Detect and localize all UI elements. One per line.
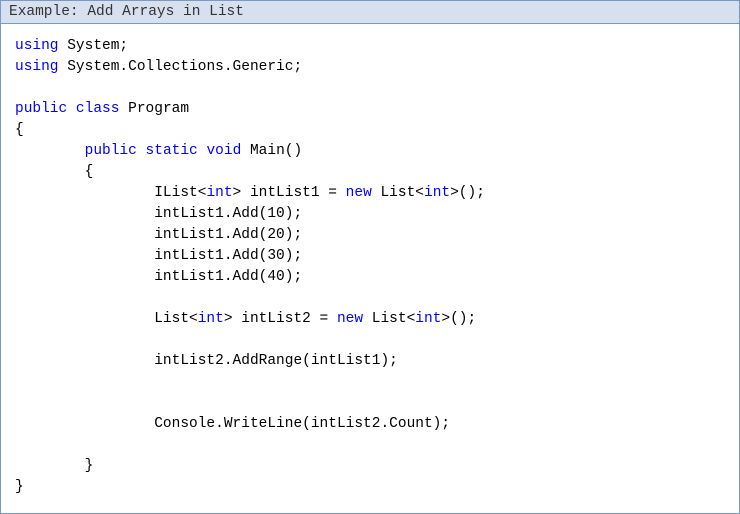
- code-token: int: [198, 311, 224, 327]
- code-token: public: [85, 143, 137, 159]
- example-title: Example: Add Arrays in List: [9, 4, 244, 20]
- code-token: intList2.AddRange(intList1);: [15, 353, 398, 369]
- code-token: List<: [363, 311, 415, 327]
- code-token: >();: [441, 311, 476, 327]
- code-token: int: [415, 311, 441, 327]
- code-block: using System; using System.Collections.G…: [1, 24, 739, 510]
- code-token: {: [15, 122, 24, 138]
- code-token: System;: [59, 38, 129, 54]
- code-token: [137, 143, 146, 159]
- code-token: List<: [15, 311, 198, 327]
- code-token: new: [346, 185, 372, 201]
- code-token: Console.WriteLine(intList2.Count);: [15, 416, 450, 432]
- code-token: > intList1 =: [233, 185, 346, 201]
- code-token: static: [146, 143, 198, 159]
- code-token: void: [206, 143, 241, 159]
- code-token: IList<: [15, 185, 206, 201]
- code-token: >();: [450, 185, 485, 201]
- code-token: > intList2 =: [224, 311, 337, 327]
- code-token: new: [337, 311, 363, 327]
- example-container: Example: Add Arrays in List using System…: [0, 0, 740, 514]
- code-token: }: [15, 479, 24, 495]
- code-token: [67, 101, 76, 117]
- code-token: class: [76, 101, 120, 117]
- code-token: Main(): [241, 143, 302, 159]
- code-token: public: [15, 101, 67, 117]
- code-token: {: [15, 164, 93, 180]
- code-token: List<: [372, 185, 424, 201]
- code-token: System.Collections.Generic;: [59, 59, 303, 75]
- code-token: int: [206, 185, 232, 201]
- code-token: using: [15, 59, 59, 75]
- code-token: intList1.Add(20);: [15, 227, 302, 243]
- code-token: int: [424, 185, 450, 201]
- code-token: [15, 143, 85, 159]
- code-token: intList1.Add(40);: [15, 269, 302, 285]
- code-token: intList1.Add(30);: [15, 248, 302, 264]
- code-token: }: [15, 458, 93, 474]
- example-header: Example: Add Arrays in List: [1, 1, 739, 24]
- code-token: Program: [119, 101, 189, 117]
- code-token: using: [15, 38, 59, 54]
- code-token: intList1.Add(10);: [15, 206, 302, 222]
